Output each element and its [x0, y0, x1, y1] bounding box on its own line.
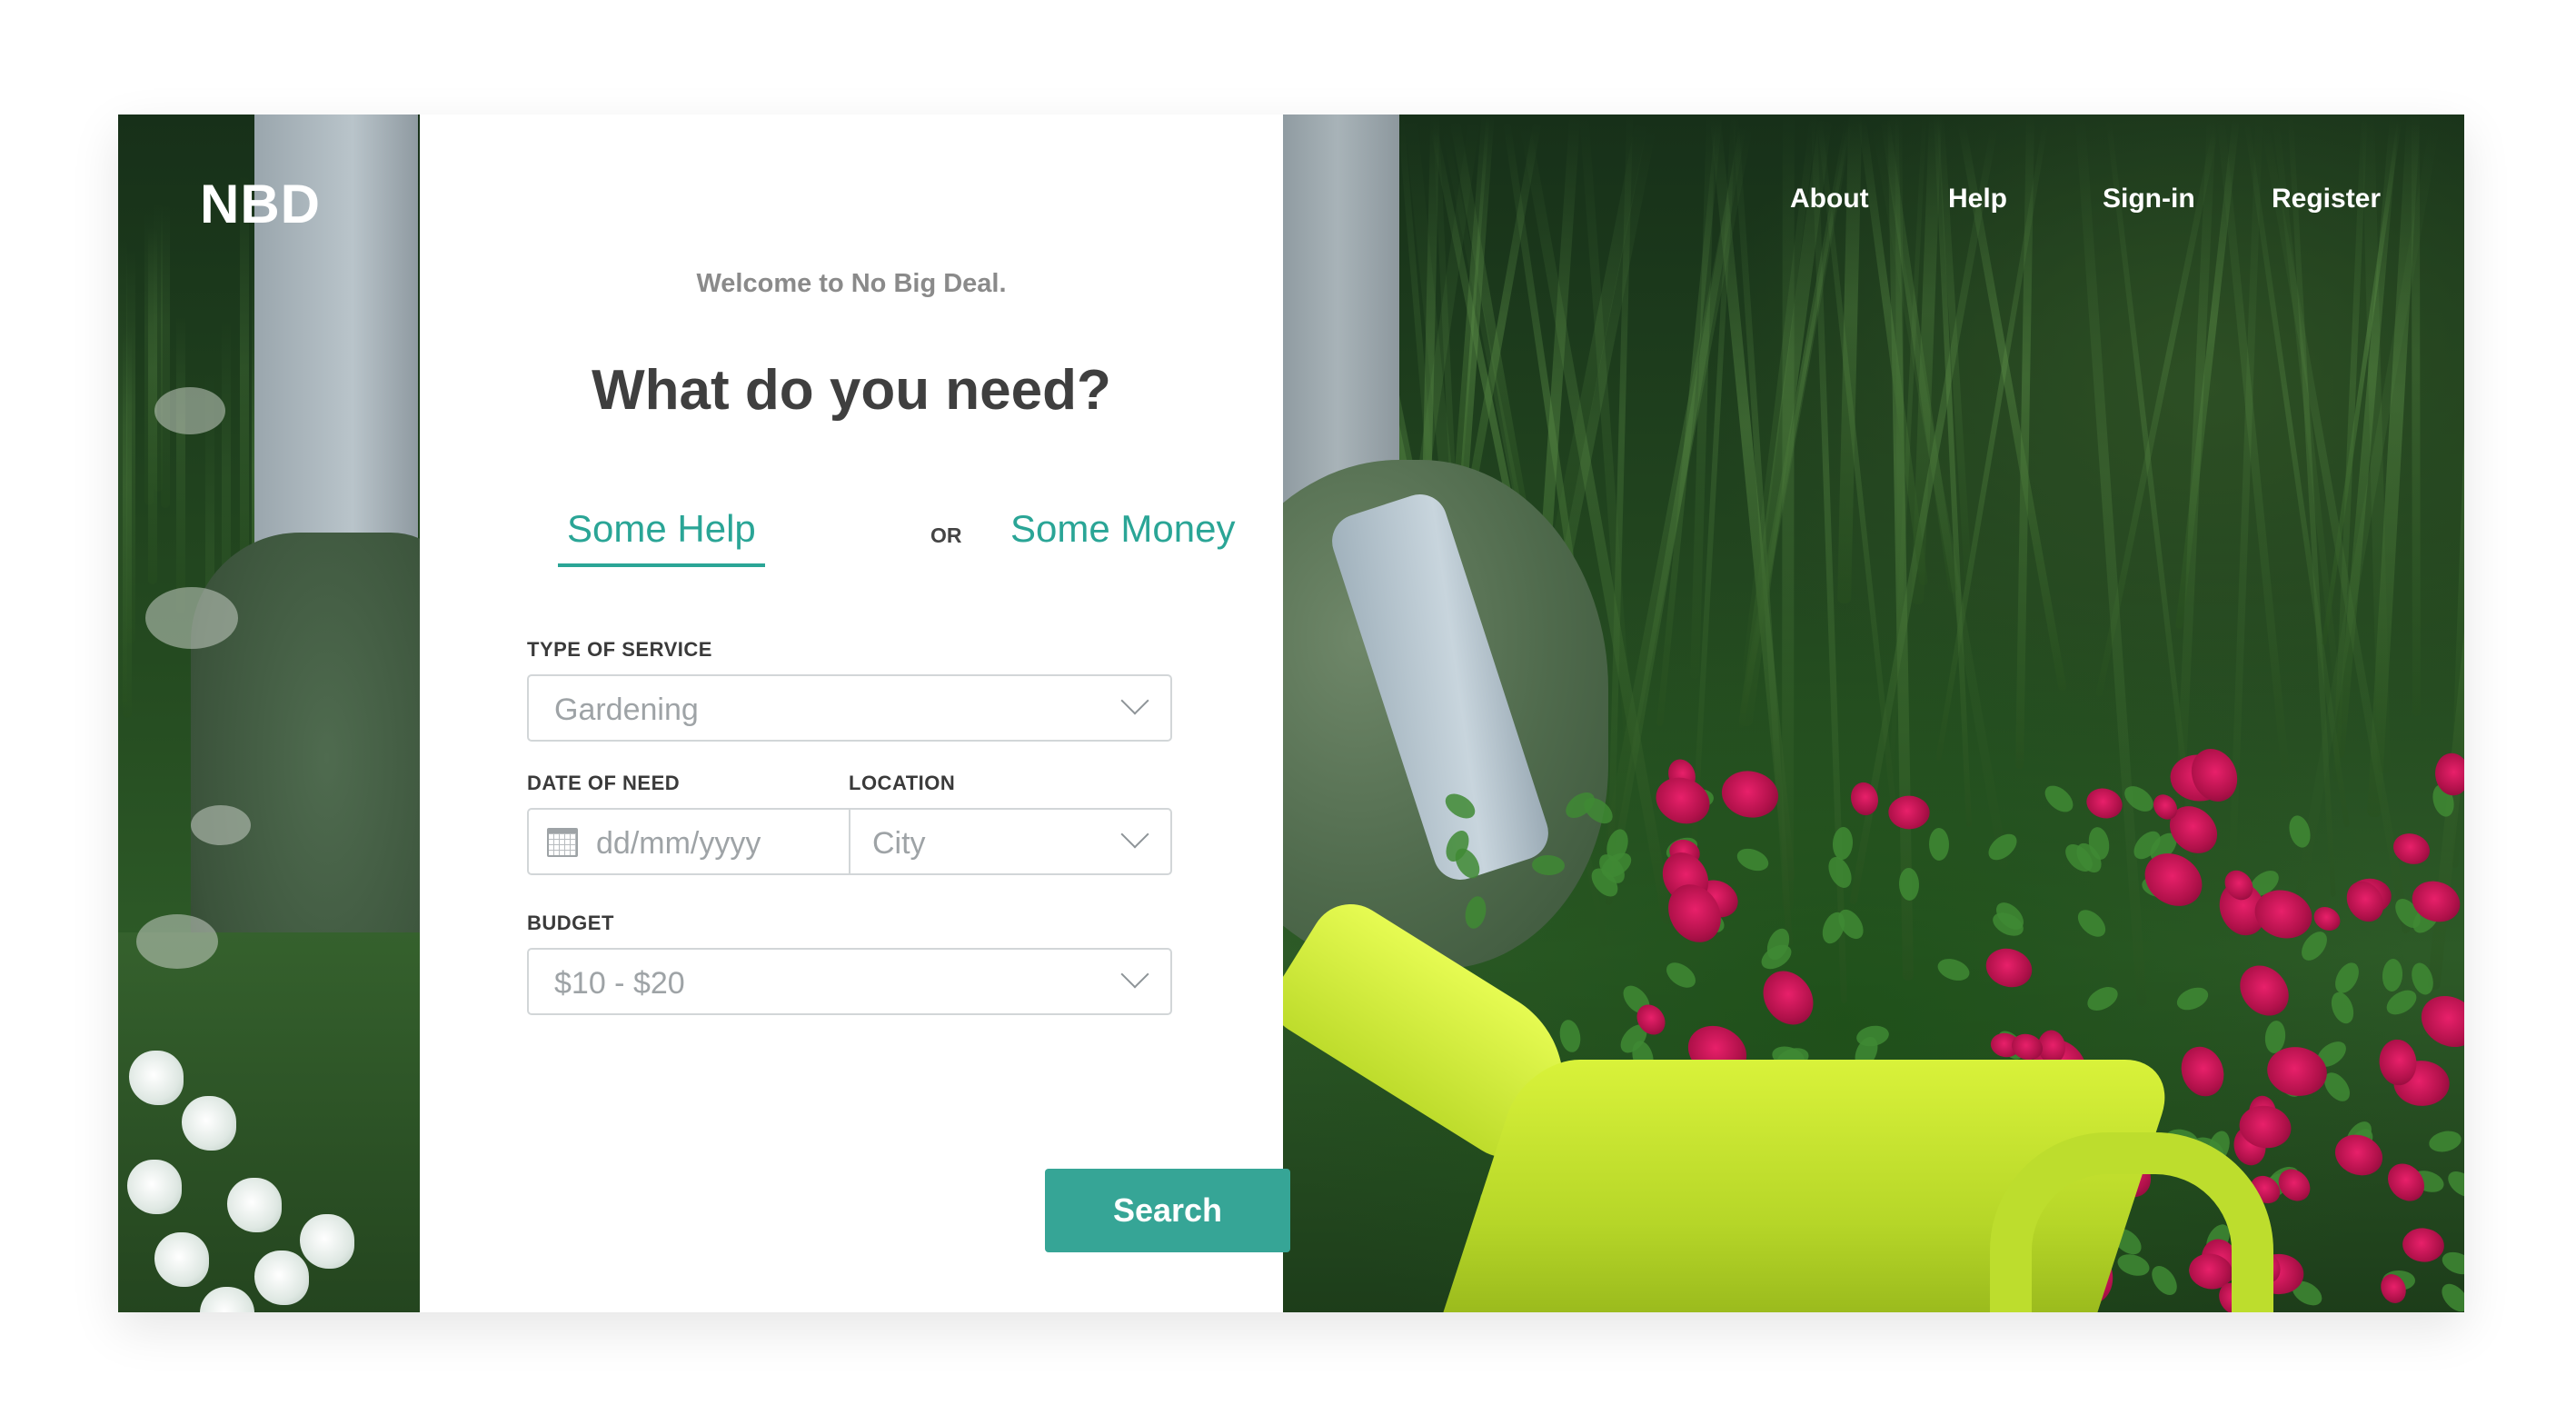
calendar-icon[interactable] [547, 828, 578, 857]
budget-label: BUDGET [527, 912, 614, 934]
date-field[interactable]: dd/mm/yyyy [596, 826, 761, 862]
search-card: Welcome to No Big Deal. What do you need… [420, 115, 1290, 1312]
budget-select[interactable]: $10 - $20 [527, 948, 1172, 1015]
or-separator: OR [930, 523, 962, 547]
nav-register[interactable]: Register [2272, 184, 2381, 214]
date-location-group: dd/mm/yyyy City [527, 808, 1172, 875]
service-value: Gardening [554, 693, 699, 727]
budget-value: $10 - $20 [554, 966, 685, 1001]
search-button[interactable]: Search [1045, 1169, 1290, 1252]
chevron-down-icon [1120, 960, 1149, 989]
service-label: TYPE OF SERVICE [527, 638, 712, 661]
nav-sign-in[interactable]: Sign-in [2103, 184, 2195, 214]
tab-some-help[interactable]: Some Help [558, 507, 765, 567]
page-title: What do you need? [592, 359, 1111, 422]
date-label: DATE OF NEED [527, 772, 681, 794]
nav-about[interactable]: About [1790, 184, 1869, 214]
brand-logo[interactable]: NBD [200, 173, 321, 235]
welcome-text: Welcome to No Big Deal. [696, 269, 1007, 298]
need-type-toggle: Some Help OR Some Money [420, 507, 1283, 571]
location-select[interactable]: City [872, 826, 926, 862]
hero-section: NBD About Help Sign-in Register Welcome … [118, 115, 2464, 1312]
nav-help[interactable]: Help [1948, 184, 2007, 214]
service-select[interactable]: Gardening [527, 674, 1172, 742]
tab-some-money[interactable]: Some Money [1010, 507, 1235, 563]
chevron-down-icon [1120, 820, 1149, 849]
chevron-down-icon [1120, 686, 1149, 715]
location-label: LOCATION [849, 772, 956, 794]
